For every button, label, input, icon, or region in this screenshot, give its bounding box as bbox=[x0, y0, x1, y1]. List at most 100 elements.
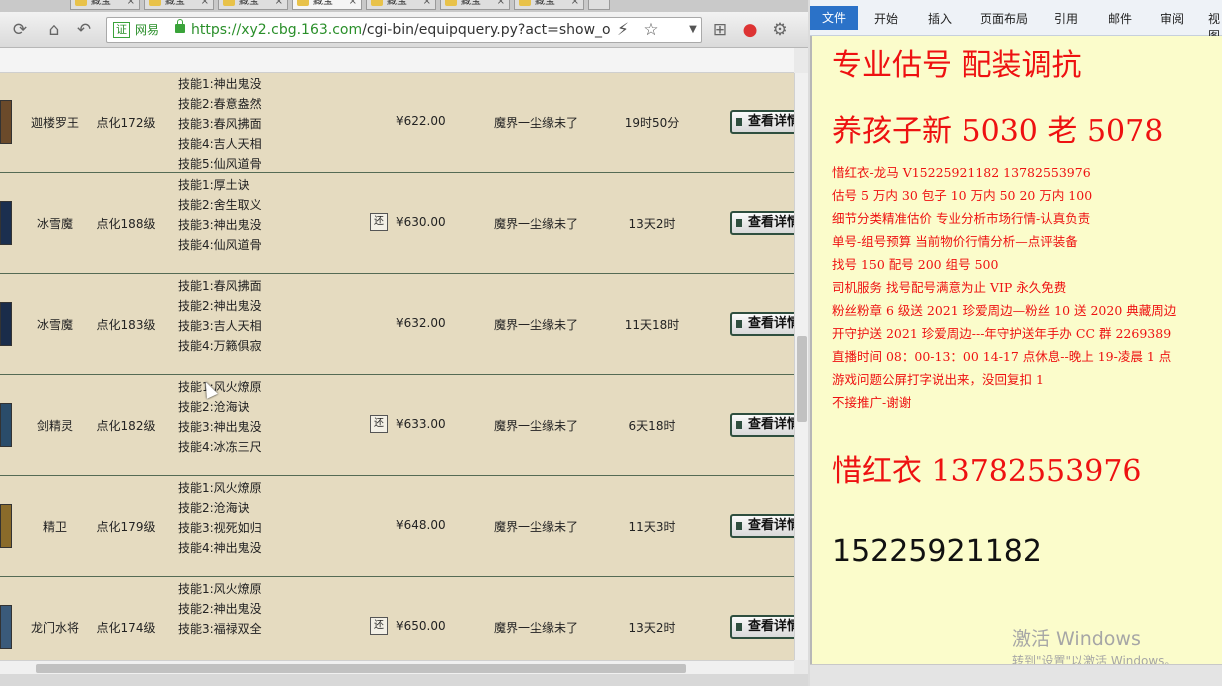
price: ¥650.00 bbox=[396, 619, 446, 633]
pet-level: 点化172级 bbox=[96, 116, 156, 130]
skill-item: 技能1:风火燎原 bbox=[178, 380, 262, 394]
undo-icon[interactable]: ↶ bbox=[74, 20, 94, 40]
word-status-bar bbox=[810, 664, 1222, 686]
view-detail-button[interactable]: 查看详情 bbox=[730, 211, 794, 235]
home-icon[interactable]: ⌂ bbox=[44, 20, 64, 40]
pet-thumbnail[interactable] bbox=[0, 100, 12, 144]
skill-list: 技能1:风火燎原 技能2:神出鬼没 技能3:福禄双全 bbox=[178, 579, 262, 639]
content-header-strip bbox=[0, 48, 794, 73]
gamepad-icon[interactable]: ● bbox=[740, 20, 760, 40]
browser-tab[interactable]: 藏宝 × bbox=[218, 0, 288, 10]
word-window: 文件 开始 插入 页面布局 引用 邮件 审阅 视图 专业估号 配装调抗 养孩子新… bbox=[810, 0, 1222, 686]
skill-item: 技能4:仙风道骨 bbox=[178, 238, 262, 252]
horizontal-scrollbar[interactable] bbox=[0, 660, 794, 674]
status-bar bbox=[0, 674, 808, 686]
ribbon-tab-review[interactable]: 审阅 bbox=[1160, 10, 1184, 27]
tools-icon[interactable]: ⚙ bbox=[770, 20, 790, 40]
skill-item: 技能2:舍生取义 bbox=[178, 198, 262, 212]
scrollbar-thumb[interactable] bbox=[797, 336, 807, 422]
pet-thumbnail[interactable] bbox=[0, 504, 12, 548]
browser-tab-active[interactable]: 藏宝 × bbox=[292, 0, 362, 10]
view-detail-button[interactable]: 查看详情 bbox=[730, 615, 794, 639]
browser-tab[interactable]: 藏宝 × bbox=[514, 0, 584, 10]
tab-title: 藏宝 bbox=[313, 0, 333, 7]
pet-thumbnail[interactable] bbox=[0, 302, 12, 346]
ribbon-tab-mailings[interactable]: 邮件 bbox=[1108, 10, 1132, 27]
price: ¥632.00 bbox=[396, 316, 446, 330]
doc-line: 游戏问题公屏打字说出来，没回复扣 1 bbox=[832, 372, 1044, 387]
grid-icon[interactable]: ⊞ bbox=[710, 20, 730, 40]
close-icon[interactable]: × bbox=[201, 0, 209, 9]
tab-title: 藏宝 bbox=[535, 0, 555, 7]
tab-title: 藏宝 bbox=[239, 0, 259, 7]
browser-tab[interactable]: 藏宝 × bbox=[440, 0, 510, 10]
ribbon-tab-references[interactable]: 引用 bbox=[1054, 10, 1078, 27]
ribbon-tab-layout[interactable]: 页面布局 bbox=[980, 10, 1028, 27]
skill-item: 技能1:风火燎原 bbox=[178, 582, 262, 596]
skill-item: 技能5:仙风道骨 bbox=[178, 157, 262, 171]
new-tab-button[interactable] bbox=[588, 0, 610, 10]
return-badge: 还 bbox=[370, 415, 388, 433]
document-page[interactable]: 专业估号 配装调抗 养孩子新 5030 老 5078 惜红衣-龙马 V15225… bbox=[810, 36, 1222, 668]
skill-item: 技能3:神出鬼没 bbox=[178, 218, 262, 232]
browser-tab[interactable]: 藏宝 × bbox=[366, 0, 436, 10]
table-row: 迦楼罗王 点化172级 技能1:神出鬼没 技能2:春意盎然 技能3:春风拂面 技能4:吉人… bbox=[0, 73, 794, 173]
lock-icon bbox=[175, 19, 185, 33]
skill-item: 技能2:神出鬼没 bbox=[178, 299, 262, 313]
skill-item: 技能3:福禄双全 bbox=[178, 622, 262, 636]
browser-tab[interactable]: 藏宝 × bbox=[144, 0, 214, 10]
lightning-icon[interactable]: ⚡ bbox=[613, 20, 633, 40]
close-icon[interactable]: × bbox=[571, 0, 579, 9]
pet-thumbnail[interactable] bbox=[0, 201, 12, 245]
view-detail-button[interactable]: 查看详情 bbox=[730, 110, 794, 134]
skill-list: 技能1:神出鬼没 技能2:春意盎然 技能3:春风拂面 技能4:吉人天相 技能5:仙风道骨 bbox=[178, 74, 262, 174]
tab-title: 藏宝 bbox=[165, 0, 185, 7]
view-detail-button[interactable]: 查看详情 bbox=[730, 514, 794, 538]
view-detail-button[interactable]: 查看详情 bbox=[730, 413, 794, 437]
ribbon-tab-insert[interactable]: 插入 bbox=[928, 10, 952, 27]
skill-item: 技能3:吉人天相 bbox=[178, 319, 262, 333]
tab-title: 藏宝 bbox=[461, 0, 481, 7]
view-detail-button[interactable]: 查看详情 bbox=[730, 312, 794, 336]
skill-item: 技能1:风火燎原 bbox=[178, 481, 262, 495]
price: ¥633.00 bbox=[396, 417, 446, 431]
skill-item: 技能1:厚土诀 bbox=[178, 178, 250, 192]
file-tab[interactable]: 文件 bbox=[810, 6, 858, 30]
navigation-bar: ⟳ ⌂ ↶ 证 网易 https://xy2.cbg.163.com/cgi-b… bbox=[0, 12, 808, 48]
close-icon[interactable]: × bbox=[497, 0, 505, 9]
ribbon-tab-home[interactable]: 开始 bbox=[874, 10, 898, 27]
seller-name: 魔界一尘缘未了 bbox=[494, 419, 579, 433]
time-remaining: 13天2时 bbox=[628, 217, 676, 231]
seller-name: 魔界一尘缘未了 bbox=[494, 621, 579, 635]
pet-name: 龙门水将 bbox=[30, 621, 79, 635]
return-badge: 还 bbox=[370, 617, 388, 635]
pet-name: 精卫 bbox=[42, 520, 67, 534]
vertical-scrollbar[interactable] bbox=[794, 73, 808, 660]
scrollbar-thumb[interactable] bbox=[36, 664, 686, 673]
refresh-icon[interactable]: ⟳ bbox=[10, 20, 30, 40]
doc-line: 惜红衣-龙马 V15225921182 13782553976 bbox=[832, 165, 1091, 180]
pet-name: 剑精灵 bbox=[36, 419, 73, 433]
close-icon[interactable]: × bbox=[127, 0, 135, 9]
seller-name: 魔界一尘缘未了 bbox=[494, 116, 579, 130]
address-bar[interactable]: 证 网易 https://xy2.cbg.163.com/cgi-bin/equ… bbox=[106, 17, 702, 43]
tab-title: 藏宝 bbox=[387, 0, 407, 7]
pet-thumbnail[interactable] bbox=[0, 605, 12, 649]
time-remaining: 19时50分 bbox=[624, 116, 680, 130]
doc-line: 养孩子新 5030 老 5078 bbox=[832, 114, 1164, 149]
browser-tab[interactable]: 藏宝 × bbox=[70, 0, 140, 10]
tab-bar: 藏宝 × 藏宝 × 藏宝 × 藏宝 × 藏宝 × 藏宝 × 藏宝 × bbox=[0, 0, 808, 12]
close-icon[interactable]: × bbox=[349, 0, 357, 9]
star-icon[interactable]: ☆ bbox=[641, 20, 661, 40]
close-icon[interactable]: × bbox=[423, 0, 431, 9]
table-row: 龙门水将 点化174级 技能1:风火燎原 技能2:神出鬼没 技能3:福禄双全还 ¥650.… bbox=[0, 577, 794, 660]
favicon-icon bbox=[149, 0, 161, 6]
url-text[interactable]: https://xy2.cbg.163.com/cgi-bin/equipque… bbox=[191, 22, 611, 39]
skill-item: 技能4:万籁俱寂 bbox=[178, 339, 262, 353]
skill-item: 技能2:沧海诀 bbox=[178, 501, 250, 515]
cert-badge: 证 bbox=[113, 22, 130, 38]
close-icon[interactable]: × bbox=[275, 0, 283, 9]
dropdown-icon[interactable]: ▼ bbox=[683, 20, 703, 40]
doc-line: 开守护送 2021 珍爱周边---年守护送年手办 CC 群 2269389 bbox=[832, 326, 1172, 341]
pet-thumbnail[interactable] bbox=[0, 403, 12, 447]
